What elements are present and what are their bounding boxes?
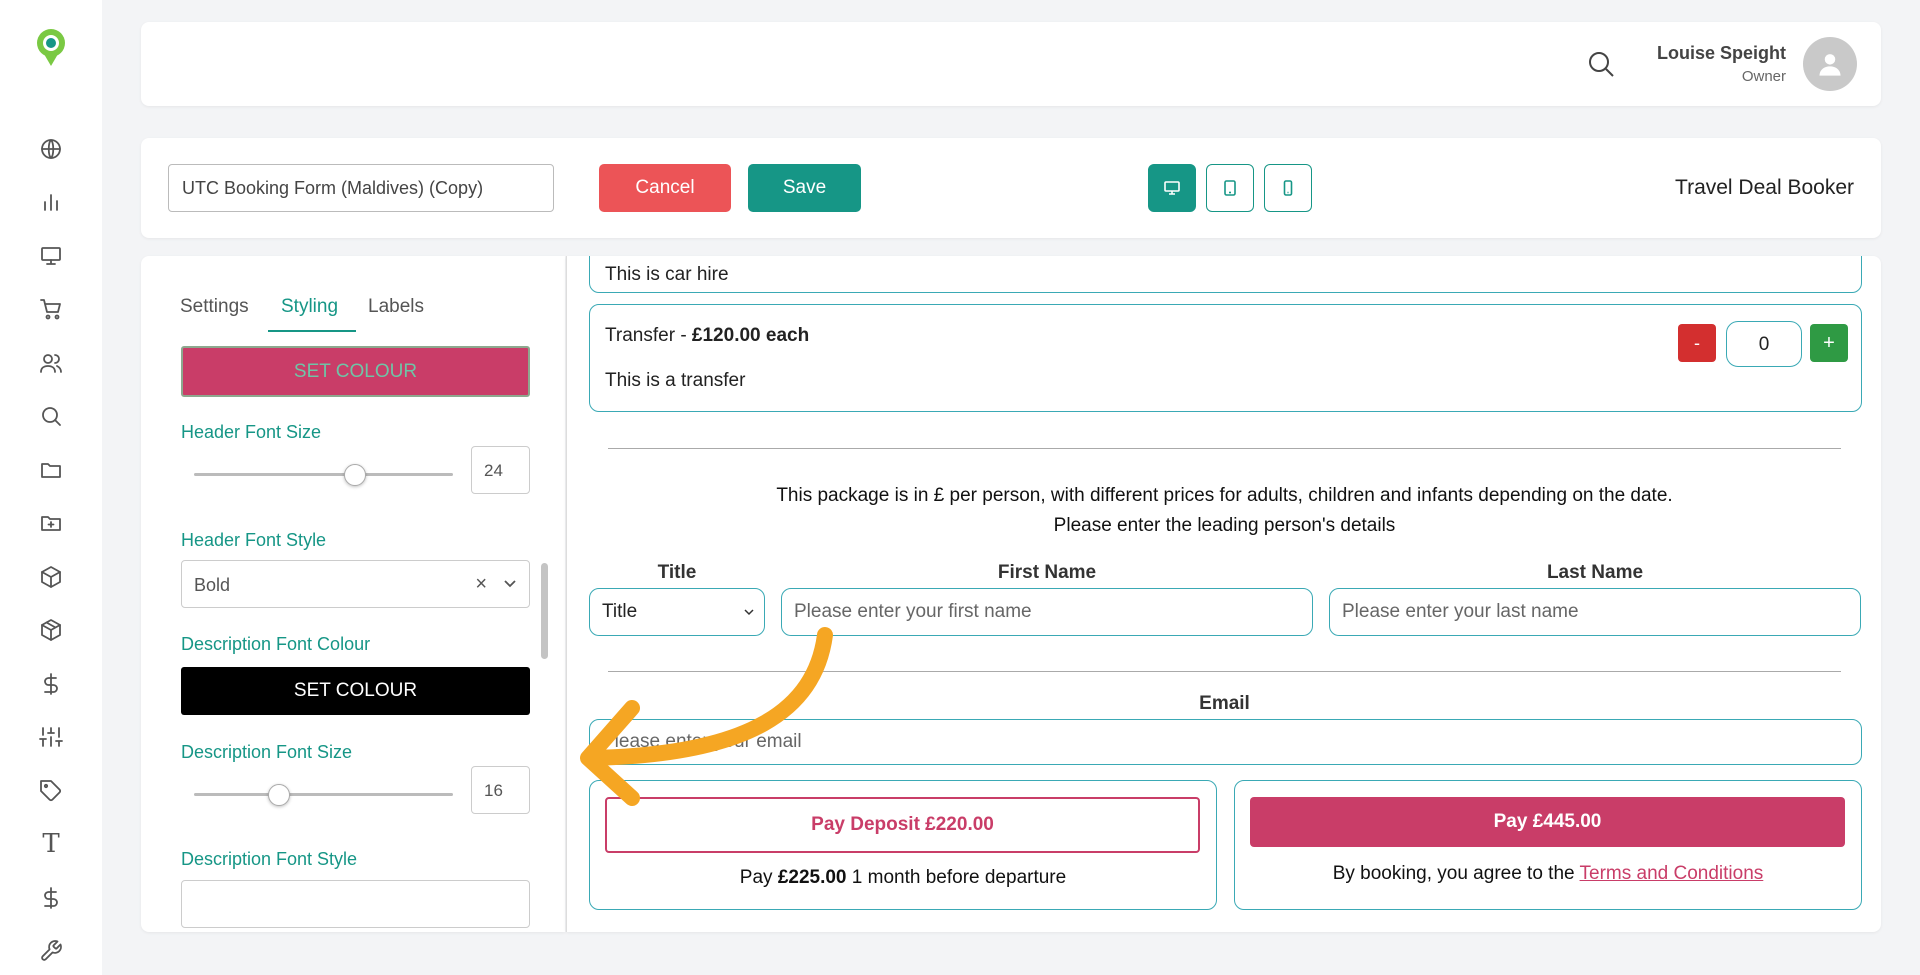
first-name-input[interactable]: Please enter your first name (781, 588, 1313, 636)
lead-person-prompt: Please enter the leading person's detail… (1053, 515, 1396, 536)
transfer-title: Transfer - £120.00 each (605, 325, 809, 347)
description-font-style-label: Description Font Style (181, 849, 358, 869)
search-icon[interactable] (37, 402, 65, 430)
search-icon[interactable] (1586, 49, 1616, 79)
pay-deposit-button[interactable]: Pay Deposit £220.00 (605, 797, 1200, 853)
tab-styling[interactable]: Styling (281, 296, 338, 318)
header-font-size-input[interactable]: 24 (471, 446, 530, 494)
tablet-icon (1224, 180, 1236, 196)
transfer-name: Transfer - (605, 325, 692, 346)
last-name-input[interactable]: Please enter your last name (1329, 588, 1861, 636)
description-font-size-label: Description Font Size (181, 742, 353, 762)
user-name: Louise Speight (1656, 43, 1786, 63)
globe-icon[interactable] (37, 135, 65, 163)
divider (608, 448, 1841, 449)
avatar[interactable] (1803, 37, 1857, 91)
panel-scrollbar[interactable] (541, 563, 548, 659)
app-logo-icon[interactable] (33, 26, 69, 70)
users-icon[interactable] (37, 349, 65, 377)
monitor-icon[interactable] (37, 242, 65, 270)
package-icon[interactable] (37, 616, 65, 644)
chevron-down-icon[interactable] (501, 575, 519, 593)
terms-link[interactable]: Terms and Conditions (1580, 863, 1764, 884)
car-hire-card: This is car hire (589, 256, 1862, 293)
transfer-description: This is a transfer (605, 370, 746, 391)
decrease-quantity-button[interactable]: - (1678, 324, 1716, 362)
divider (608, 671, 1841, 672)
transfer-card: Transfer - £120.00 each This is a transf… (589, 304, 1862, 412)
dollar-icon[interactable] (37, 884, 65, 912)
first-name-label: First Name (997, 562, 1097, 583)
title-select[interactable]: Title (589, 588, 765, 636)
tag-icon[interactable] (37, 777, 65, 805)
terms-note: By booking, you agree to the Terms and C… (1235, 863, 1861, 885)
text-icon[interactable]: T (37, 829, 65, 859)
car-hire-description: This is car hire (605, 264, 729, 285)
title-label: Title (657, 562, 697, 583)
folder-icon[interactable] (37, 456, 65, 484)
save-button[interactable]: Save (748, 164, 861, 212)
chevron-down-icon (744, 609, 754, 616)
package-info-text: This package is in £ per person, with di… (776, 485, 1673, 506)
wrench-icon[interactable] (37, 937, 65, 965)
folder-plus-icon[interactable] (37, 509, 65, 537)
header-colour-button[interactable]: SET COLOUR (181, 346, 530, 397)
mobile-icon (1283, 180, 1293, 196)
styling-panel: Settings Styling Labels SET COLOUR Heade… (141, 256, 565, 932)
description-colour-button[interactable]: SET COLOUR (181, 667, 530, 715)
desktop-icon (1164, 181, 1180, 195)
header-font-size-label: Header Font Size (181, 422, 322, 442)
desktop-view-button[interactable] (1148, 164, 1196, 212)
mobile-view-button[interactable] (1264, 164, 1312, 212)
last-name-label: Last Name (1546, 562, 1644, 583)
deposit-card: Pay Deposit £220.00 Pay £225.00 1 month … (589, 780, 1217, 910)
tab-labels[interactable]: Labels (368, 296, 424, 318)
tablet-view-button[interactable] (1206, 164, 1254, 212)
box-icon[interactable] (37, 563, 65, 591)
description-font-size-input[interactable]: 16 (471, 766, 530, 814)
description-font-style-select[interactable] (181, 880, 530, 928)
increase-quantity-button[interactable]: + (1810, 324, 1848, 362)
full-payment-card: Pay £445.00 By booking, you agree to the… (1234, 780, 1862, 910)
header-font-style-label: Header Font Style (181, 530, 327, 550)
description-font-size-slider-thumb[interactable] (268, 784, 291, 806)
deposit-note-amount: £225.00 (777, 867, 847, 888)
transfer-price: £120.00 each (691, 325, 810, 346)
cart-icon[interactable] (37, 295, 65, 323)
top-header: Louise Speight Owner (141, 22, 1881, 106)
email-input[interactable]: Please enter your email (589, 719, 1862, 765)
deposit-note: Pay £225.00 1 month before departure (590, 867, 1216, 889)
form-preview: This is car hire Transfer - £120.00 each… (566, 256, 1881, 932)
dollar-icon[interactable] (37, 670, 65, 698)
description-font-colour-label: Description Font Colour (181, 634, 371, 654)
header-font-size-slider-thumb[interactable] (343, 464, 366, 486)
form-name-input[interactable] (168, 164, 554, 212)
editor-toolbar: Cancel Save Travel Deal Booker (141, 138, 1881, 238)
cancel-button[interactable]: Cancel (599, 164, 731, 212)
quantity-input[interactable]: 0 (1726, 321, 1802, 367)
user-role: Owner (1741, 68, 1786, 85)
clear-icon[interactable]: × (475, 573, 487, 596)
deposit-note-suffix: 1 month before departure (846, 867, 1067, 888)
app-name: Travel Deal Booker (1675, 176, 1854, 199)
tab-settings[interactable]: Settings (180, 296, 249, 318)
terms-prefix: By booking, you agree to the (1332, 863, 1580, 884)
header-font-style-value: Bold (194, 575, 231, 595)
description-font-size-slider[interactable] (194, 793, 453, 796)
bar-chart-icon[interactable] (37, 188, 65, 216)
sidebar: T (0, 0, 102, 975)
header-font-size-slider[interactable] (194, 473, 453, 476)
pay-full-button[interactable]: Pay £445.00 (1250, 797, 1845, 847)
active-tab-indicator (268, 330, 356, 332)
sliders-icon[interactable] (37, 723, 65, 751)
header-font-style-select[interactable]: Bold × (181, 560, 530, 608)
deposit-note-prefix: Pay (739, 867, 778, 888)
email-label: Email (1199, 693, 1250, 714)
title-select-value: Title (602, 601, 638, 622)
